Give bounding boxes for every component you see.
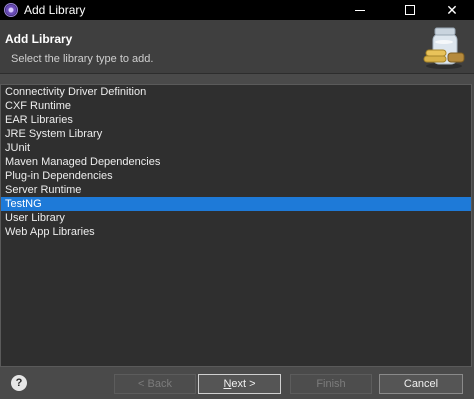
page-title: Add Library xyxy=(5,32,73,46)
list-item[interactable]: TestNG xyxy=(1,197,471,211)
list-item[interactable]: JRE System Library xyxy=(1,127,471,141)
library-type-list[interactable]: Connectivity Driver Definition CXF Runtim… xyxy=(0,84,472,367)
button-bar: ? < Back Next > Finish Cancel xyxy=(0,368,474,399)
wizard-header: Add Library Select the library type to a… xyxy=(0,20,474,74)
next-label: ext > xyxy=(231,378,256,390)
help-icon[interactable]: ? xyxy=(11,375,27,391)
close-icon: ✕ xyxy=(446,1,458,18)
list-item[interactable]: Server Runtime xyxy=(1,183,471,197)
minimize-icon xyxy=(355,9,365,11)
next-mnemonic: N xyxy=(223,378,232,390)
maximize-button[interactable] xyxy=(388,0,432,20)
maximize-icon xyxy=(405,5,415,15)
eclipse-icon xyxy=(4,3,18,17)
list-item[interactable]: EAR Libraries xyxy=(1,113,471,127)
window-title: Add Library xyxy=(24,3,86,17)
close-button[interactable]: ✕ xyxy=(430,0,474,20)
page-description: Select the library type to add. xyxy=(11,53,154,65)
list-item[interactable]: JUnit xyxy=(1,141,471,155)
list-item[interactable]: Web App Libraries xyxy=(1,225,471,239)
list-item[interactable]: User Library xyxy=(1,211,471,225)
library-jar-icon xyxy=(420,26,468,70)
list-item[interactable]: Connectivity Driver Definition xyxy=(1,85,471,99)
list-item[interactable]: Plug-in Dependencies xyxy=(1,169,471,183)
list-item[interactable]: CXF Runtime xyxy=(1,99,471,113)
back-button[interactable]: < Back xyxy=(114,374,196,394)
minimize-button[interactable] xyxy=(338,0,382,20)
title-bar: Add Library ✕ xyxy=(0,0,474,20)
list-item[interactable]: Maven Managed Dependencies xyxy=(1,155,471,169)
cancel-button[interactable]: Cancel xyxy=(379,374,463,394)
finish-button[interactable]: Finish xyxy=(290,374,372,394)
next-button[interactable]: Next > xyxy=(198,374,281,394)
